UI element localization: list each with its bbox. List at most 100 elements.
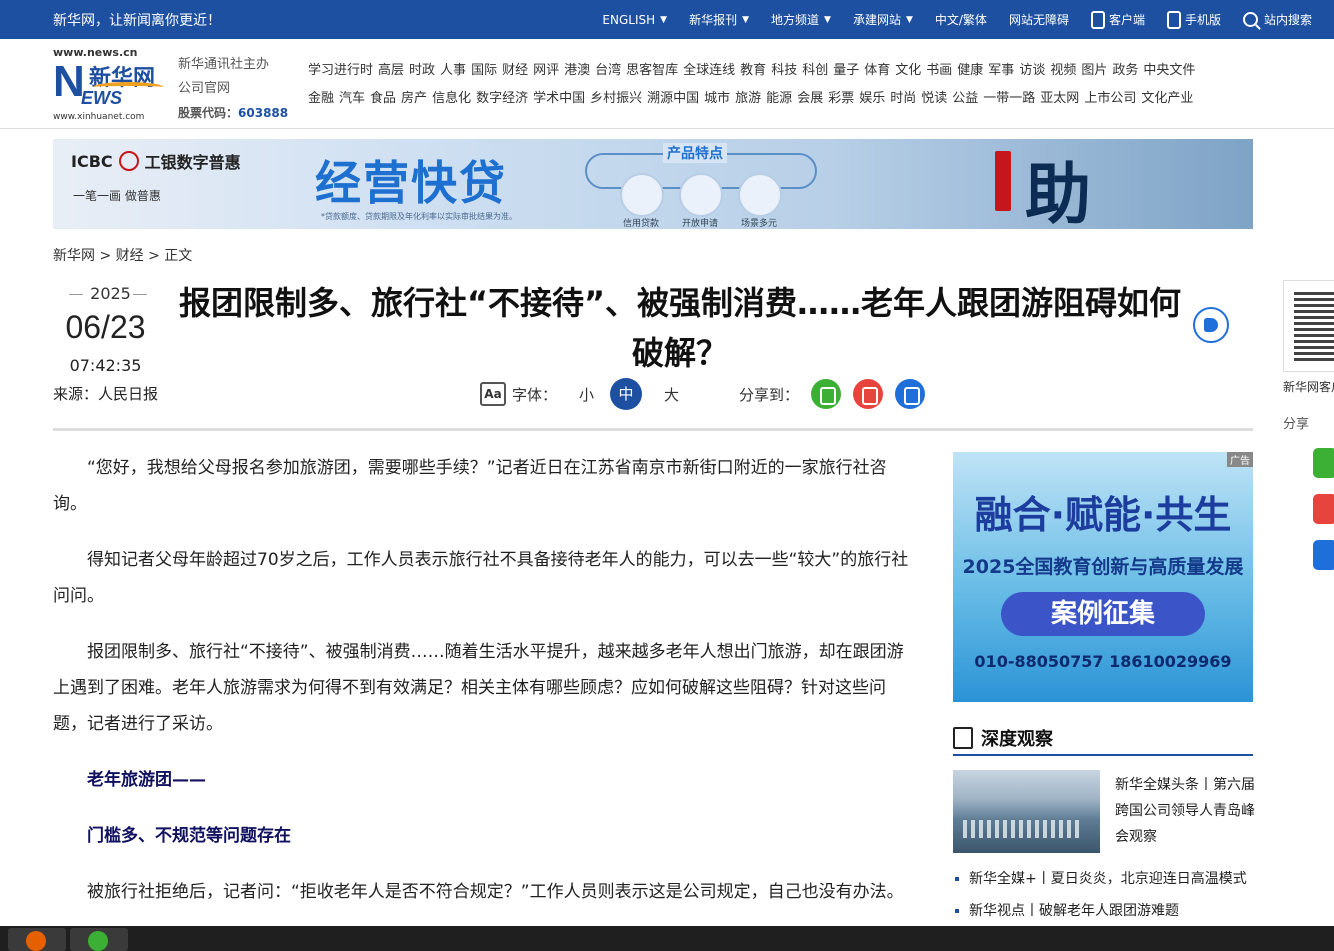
channel-link[interactable]: 一带一路 xyxy=(983,87,1035,115)
article-paragraph: 被旅行社拒绝后，记者问：“拒收老年人是否不符合规定？”工作人员则表示这是公司规定… xyxy=(87,882,904,902)
font-medium-button[interactable]: 中 xyxy=(610,378,643,410)
speaker-icon[interactable] xyxy=(1193,307,1229,343)
channel-link[interactable]: 文化 xyxy=(895,59,921,87)
channel-link[interactable]: 食品 xyxy=(370,87,396,115)
article-paragraph: “您好，我想给父母报名参加旅游团，需要哪些手续？”记者近日在江苏省南京市新街口附… xyxy=(53,458,887,514)
breadcrumb-section[interactable]: 财经 xyxy=(116,248,144,264)
floating-sidebar: 新华网客户端 分享 xyxy=(1283,280,1334,570)
chevron-down-icon: ▼ xyxy=(742,14,750,25)
channel-link[interactable]: 书画 xyxy=(926,59,952,87)
channel-row-1: 学习进行时 高层 时政 人事 国际 财经 网评 港澳 台湾 思客智库 全球连线 教育 科技 科创 量子 体育文… xyxy=(308,59,1268,87)
channel-link[interactable]: 娱乐 xyxy=(859,87,885,115)
site-logo[interactable]: www.news.cn N 新华网 EWS www.xinhuanet.com xyxy=(53,46,168,124)
list-item[interactable]: 新华视点丨破解老年人跟团游难题 xyxy=(953,898,1253,924)
title-divider xyxy=(53,428,1253,431)
wechat-share-icon[interactable] xyxy=(811,379,842,409)
channel-link[interactable]: 体育 xyxy=(864,59,890,87)
list-item[interactable]: 新华全媒+丨夏日炎炎，北京迎连日高温模式 xyxy=(953,866,1253,892)
channel-link[interactable]: 能源 xyxy=(766,87,792,115)
channel-link[interactable]: 乡村振兴 xyxy=(590,87,642,115)
channel-link[interactable]: 学习进行时 xyxy=(308,59,373,87)
channel-link[interactable]: 悦读 xyxy=(921,87,947,115)
channel-link[interactable]: 全球连线 xyxy=(683,59,735,87)
mobile-share-icon[interactable] xyxy=(1313,540,1334,570)
channel-link[interactable]: 视频 xyxy=(1050,59,1076,87)
section-header: 深度观察 xyxy=(953,727,1253,756)
top-bar: 新华网，让新闻离你更近！ ENGLISH ▼ 新华报刊 ▼ 地方频道 ▼ 承建网站 ▼ … xyxy=(0,0,1334,39)
top-nav-client[interactable]: 客户端 xyxy=(1090,10,1145,29)
channel-link[interactable]: 文化产业 xyxy=(1141,87,1193,115)
icbc-banner-ad[interactable]: ICBC 工银数字普惠 一笔一画 做普惠 经营快贷 *贷款额度、贷款期限及年化利率… xyxy=(53,139,1253,229)
breadcrumb-current: 正文 xyxy=(164,248,193,264)
top-nav-local[interactable]: 地方频道 ▼ xyxy=(771,11,831,28)
book-icon xyxy=(953,727,973,749)
top-nav-accessibility[interactable]: 网站无障碍 xyxy=(1009,11,1069,28)
feature-item[interactable]: 新华全媒头条丨第六届跨国公司领导人青岛峰会观察 xyxy=(953,770,1255,854)
font-large-button[interactable]: 大 xyxy=(664,384,679,405)
channel-link[interactable]: 公益 xyxy=(952,87,978,115)
deep-observation: 深度观察 新华全媒头条丨第六届跨国公司领导人青岛峰会观察 新华全媒+丨夏日炎炎，… xyxy=(953,727,1255,930)
channel-link[interactable]: 信息化 xyxy=(432,87,471,115)
top-nav-sites[interactable]: 承建网站 ▼ xyxy=(853,11,913,28)
channel-link[interactable]: 会展 xyxy=(797,87,823,115)
chevron-down-icon: ▼ xyxy=(824,14,831,25)
channel-link[interactable]: 科创 xyxy=(802,59,828,87)
channel-link[interactable]: 房产 xyxy=(401,87,427,115)
channel-link[interactable]: 城市 xyxy=(704,87,730,115)
channel-link[interactable]: 旅游 xyxy=(735,87,761,115)
header: www.news.cn N 新华网 EWS www.xinhuanet.com … xyxy=(0,39,1334,129)
site-slogan: 新华网，让新闻离你更近！ xyxy=(53,13,221,29)
article-paragraph: 报团限制多、旅行社“不接待”、被强制消费……随着生活水平提升，越来越多老年人想出… xyxy=(53,642,904,734)
channel-link[interactable]: 彩票 xyxy=(828,87,854,115)
scene-icon xyxy=(738,173,782,217)
top-nav-search[interactable]: 站内搜索 xyxy=(1242,11,1312,28)
channel-link[interactable]: 亚太网 xyxy=(1040,87,1079,115)
channel-link[interactable]: 高层 xyxy=(378,59,404,87)
qr-code xyxy=(1283,280,1334,372)
channel-link[interactable]: 国际 xyxy=(471,59,497,87)
font-small-button[interactable]: 小 xyxy=(579,384,594,405)
firefox-icon xyxy=(26,931,46,951)
channel-link[interactable]: 金融 xyxy=(308,87,334,115)
channel-nav: 学习进行时 高层 时政 人事 国际 财经 网评 港澳 台湾 思客智库 全球连线 教育 科技 科创 量子 体育文… xyxy=(308,59,1268,115)
channel-link[interactable]: 访谈 xyxy=(1019,59,1045,87)
weibo-share-icon[interactable] xyxy=(853,379,884,409)
wechat-share-icon[interactable] xyxy=(1313,448,1334,478)
mobile-share-icon[interactable] xyxy=(895,379,926,409)
channel-link[interactable]: 港澳 xyxy=(564,59,590,87)
feature-thumbnail[interactable] xyxy=(953,770,1100,853)
channel-link[interactable]: 量子 xyxy=(833,59,859,87)
channel-link[interactable]: 教育 xyxy=(740,59,766,87)
channel-link[interactable]: 台湾 xyxy=(595,59,621,87)
channel-link[interactable]: 网评 xyxy=(533,59,559,87)
channel-link[interactable]: 时尚 xyxy=(890,87,916,115)
channel-link[interactable]: 人事 xyxy=(440,59,466,87)
channel-link[interactable]: 上市公司 xyxy=(1084,87,1136,115)
channel-link[interactable]: 学术中国 xyxy=(533,87,585,115)
channel-link[interactable]: 时政 xyxy=(409,59,435,87)
top-nav-traditional[interactable]: 中文/繁体 xyxy=(935,11,987,28)
channel-link[interactable]: 财经 xyxy=(502,59,528,87)
weibo-share-icon[interactable] xyxy=(1313,494,1334,524)
channel-link[interactable]: 政务 xyxy=(1112,59,1138,87)
search-icon xyxy=(1242,12,1258,27)
channel-link[interactable]: 数字经济 xyxy=(476,87,528,115)
channel-link[interactable]: 健康 xyxy=(957,59,983,87)
channel-link[interactable]: 军事 xyxy=(988,59,1014,87)
channel-link[interactable]: 思客智库 xyxy=(626,59,678,87)
channel-link[interactable]: 汽车 xyxy=(339,87,365,115)
channel-link[interactable]: 溯源中国 xyxy=(647,87,699,115)
education-ad[interactable]: 广告 融合·赋能·共生 2025全国教育创新与高质量发展 案例征集 010-88… xyxy=(953,452,1253,702)
breadcrumb-home[interactable]: 新华网 xyxy=(53,248,95,264)
top-nav-english[interactable]: ENGLISH ▼ xyxy=(602,13,667,27)
top-nav-newspapers[interactable]: 新华报刊 ▼ xyxy=(689,11,749,28)
firefox-taskbar-button[interactable] xyxy=(8,928,66,951)
top-nav-mobile[interactable]: 手机版 xyxy=(1166,10,1221,29)
channel-link[interactable]: 中央文件 xyxy=(1143,59,1195,87)
channel-link[interactable]: 图片 xyxy=(1081,59,1107,87)
channel-link[interactable]: 科技 xyxy=(771,59,797,87)
wechat-taskbar-button[interactable] xyxy=(70,928,128,951)
stock-code: 股票代码：603888 xyxy=(178,106,289,120)
apply-icon xyxy=(679,173,723,217)
article-tools: Aa 字体： 小 中 大 分享到： xyxy=(480,378,926,410)
